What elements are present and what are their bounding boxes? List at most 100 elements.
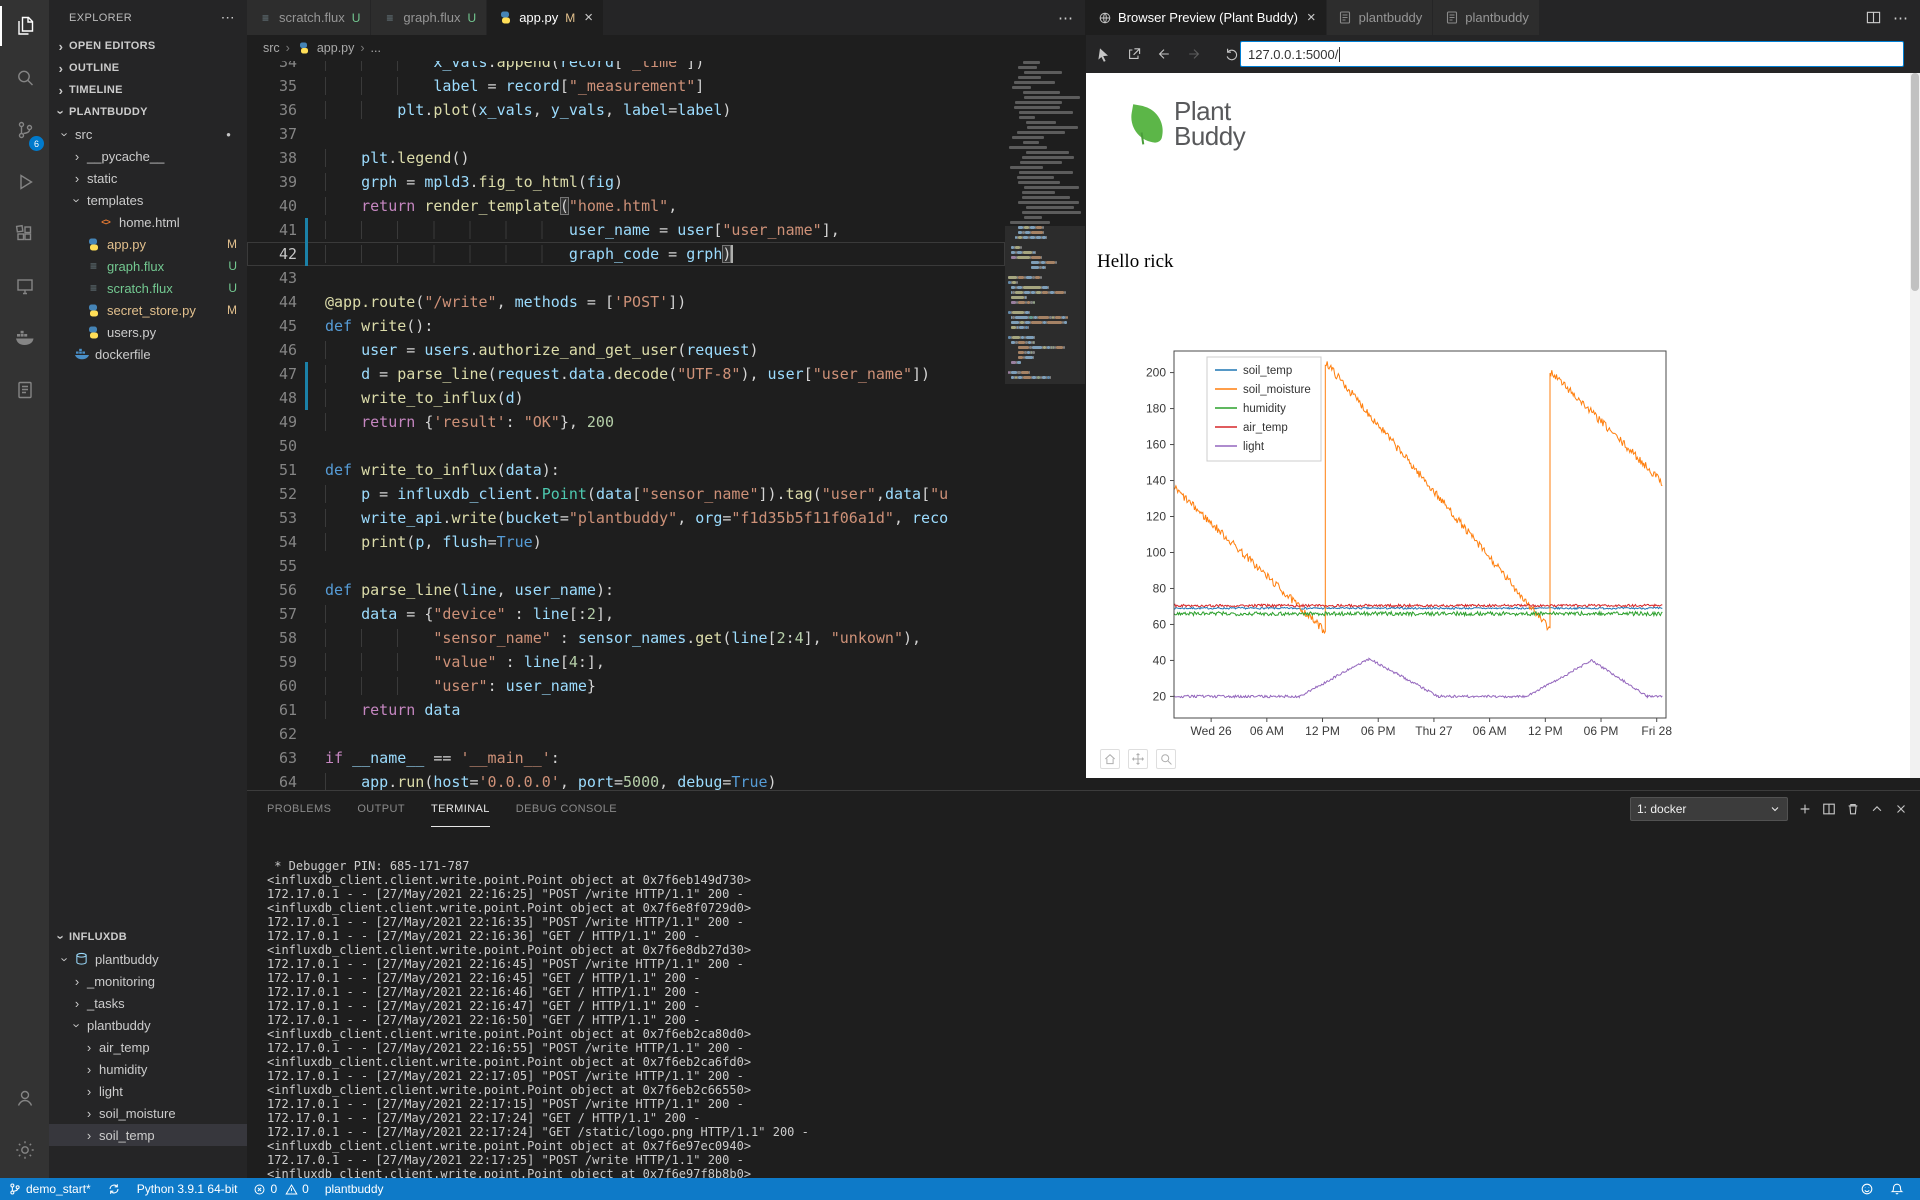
source-control-icon[interactable]: 6 bbox=[0, 104, 49, 156]
tab-output[interactable]: OUTPUT bbox=[357, 791, 405, 827]
code-line-60[interactable]: 60 "user": user_name} bbox=[247, 674, 1005, 698]
tree-item-__pycache__[interactable]: › __pycache__ bbox=[49, 145, 247, 167]
code-line-64[interactable]: 64 app.run(host='0.0.0.0', port=5000, de… bbox=[247, 770, 1005, 790]
tree-item-users.py[interactable]: ›users.py bbox=[49, 321, 247, 343]
tree-item-soil_moisture[interactable]: › soil_moisture bbox=[49, 1102, 247, 1124]
tab-scratch-flux[interactable]: ≡ scratch.flux U bbox=[247, 0, 371, 35]
code-line-54[interactable]: 54 print(p, flush=True) bbox=[247, 530, 1005, 554]
scrollbar-thumb[interactable] bbox=[1911, 73, 1919, 291]
tab-terminal[interactable]: TERMINAL bbox=[430, 791, 490, 827]
more-actions-icon[interactable]: ⋯ bbox=[1893, 9, 1908, 27]
code-line-57[interactable]: 57 data = {"device" : line[:2], bbox=[247, 602, 1005, 626]
tab-debug-console[interactable]: DEBUG CONSOLE bbox=[516, 791, 617, 827]
run-debug-icon[interactable] bbox=[0, 156, 49, 208]
code-line-50[interactable]: 50 bbox=[247, 434, 1005, 458]
reset-home-icon[interactable] bbox=[1100, 749, 1120, 769]
split-editor-icon[interactable] bbox=[1866, 10, 1881, 25]
tab-problems[interactable]: PROBLEMS bbox=[267, 791, 331, 827]
tree-item-_monitoring[interactable]: › _monitoring bbox=[49, 970, 247, 992]
more-actions-icon[interactable]: ⋯ bbox=[221, 9, 235, 26]
breadcrumb[interactable]: src › app.py › ... bbox=[247, 35, 1085, 61]
tree-item-graph.flux[interactable]: ›≡graph.fluxU bbox=[49, 255, 247, 277]
code-line-41[interactable]: 41 user_name = user["user_name"], bbox=[247, 218, 1005, 242]
code-line-37[interactable]: 37 bbox=[247, 122, 1005, 146]
code-line-45[interactable]: 45 def write(): bbox=[247, 314, 1005, 338]
close-panel-icon[interactable] bbox=[1894, 802, 1908, 816]
url-input[interactable]: 127.0.0.1:5000/ bbox=[1240, 41, 1904, 67]
explorer-icon[interactable] bbox=[0, 0, 49, 52]
tab-browser-preview[interactable]: Browser Preview (Plant Buddy) × bbox=[1086, 0, 1326, 35]
section-timeline[interactable]: › TIMELINE bbox=[49, 79, 247, 101]
tree-item-scratch.flux[interactable]: ›≡scratch.fluxU bbox=[49, 277, 247, 299]
tree-item-humidity[interactable]: › humidity bbox=[49, 1058, 247, 1080]
tab-plantbuddy-1[interactable]: plantbuddy bbox=[1326, 0, 1433, 35]
tab-plantbuddy-2[interactable]: plantbuddy bbox=[1433, 0, 1539, 35]
tree-item-src[interactable]: › src ● bbox=[49, 123, 247, 145]
maximize-panel-icon[interactable] bbox=[1870, 802, 1884, 816]
code-line-43[interactable]: 43 bbox=[247, 266, 1005, 290]
tree-item-plantbuddy[interactable]: › plantbuddy bbox=[49, 948, 247, 970]
code-line-48[interactable]: 48 write_to_influx(d) bbox=[247, 386, 1005, 410]
bell-icon[interactable] bbox=[1882, 1178, 1912, 1200]
code-line-63[interactable]: 63 if __name__ == '__main__': bbox=[247, 746, 1005, 770]
branch-indicator[interactable]: demo_start* bbox=[0, 1178, 99, 1200]
kill-terminal-icon[interactable] bbox=[1846, 802, 1860, 816]
tree-item-dockerfile[interactable]: ›dockerfile bbox=[49, 343, 247, 365]
code-line-56[interactable]: 56 def parse_line(line, user_name): bbox=[247, 578, 1005, 602]
code-line-55[interactable]: 55 bbox=[247, 554, 1005, 578]
browser-viewport[interactable]: Plant Buddy Hello rick 20 40 60 80 100 120 140… bbox=[1086, 73, 1920, 778]
tree-item-secret_store.py[interactable]: ›secret_store.pyM bbox=[49, 299, 247, 321]
pan-move-icon[interactable] bbox=[1128, 749, 1148, 769]
tree-item-_tasks[interactable]: › _tasks bbox=[49, 992, 247, 1014]
tree-item-static[interactable]: › static bbox=[49, 167, 247, 189]
code-line-35[interactable]: 35 label = record["_measurement"] bbox=[247, 74, 1005, 98]
docker-icon[interactable] bbox=[0, 312, 49, 364]
code-line-62[interactable]: 62 bbox=[247, 722, 1005, 746]
code-editor[interactable]: 34 x_vals.append(record["_time"]) 35 labe… bbox=[247, 61, 1005, 790]
section-outline[interactable]: › OUTLINE bbox=[49, 57, 247, 79]
code-line-36[interactable]: 36 plt.plot(x_vals, y_vals, label=label) bbox=[247, 98, 1005, 122]
extensions-icon[interactable] bbox=[0, 208, 49, 260]
close-icon[interactable]: × bbox=[584, 10, 593, 25]
minimap[interactable] bbox=[1005, 61, 1085, 790]
code-line-38[interactable]: 38 plt.legend() bbox=[247, 146, 1005, 170]
tree-item-app.py[interactable]: ›app.pyM bbox=[49, 233, 247, 255]
code-line-34[interactable]: 34 x_vals.append(record["_time"]) bbox=[247, 61, 1005, 74]
code-line-58[interactable]: 58 "sensor_name" : sensor_names.get(line… bbox=[247, 626, 1005, 650]
code-line-61[interactable]: 61 return data bbox=[247, 698, 1005, 722]
code-line-51[interactable]: 51 def write_to_influx(data): bbox=[247, 458, 1005, 482]
tree-item-soil_temp[interactable]: › soil_temp bbox=[49, 1124, 247, 1146]
section-plantbuddy[interactable]: › PLANTBUDDY bbox=[49, 101, 247, 123]
remote-explorer-icon[interactable] bbox=[0, 260, 49, 312]
tab-graph-flux[interactable]: ≡ graph.flux U bbox=[371, 0, 487, 35]
code-line-39[interactable]: 39 grph = mpld3.fig_to_html(fig) bbox=[247, 170, 1005, 194]
feedback-icon[interactable] bbox=[1852, 1178, 1882, 1200]
new-terminal-icon[interactable] bbox=[1798, 802, 1812, 816]
section-influxdb[interactable]: › INFLUXDB bbox=[49, 926, 247, 948]
tree-item-plantbuddy[interactable]: › plantbuddy bbox=[49, 1014, 247, 1036]
tree-item-templates[interactable]: › templates bbox=[49, 189, 247, 211]
terminal-output[interactable]: * Debugger PIN: 685-171-787 <influxdb_cli… bbox=[267, 831, 1910, 1178]
tree-item-light[interactable]: › light bbox=[49, 1080, 247, 1102]
close-icon[interactable]: × bbox=[1307, 10, 1316, 25]
forward-icon[interactable] bbox=[1182, 42, 1206, 66]
code-line-42[interactable]: 42 graph_code = grph) bbox=[247, 242, 1005, 266]
back-icon[interactable] bbox=[1152, 42, 1176, 66]
zoom-icon[interactable] bbox=[1156, 749, 1176, 769]
problems-indicator[interactable]: 0 0 bbox=[245, 1178, 316, 1200]
code-line-47[interactable]: 47 d = parse_line(request.data.decode("U… bbox=[247, 362, 1005, 386]
section-open-editors[interactable]: › OPEN EDITORS bbox=[49, 35, 247, 57]
inspect-cursor-icon[interactable] bbox=[1092, 42, 1116, 66]
code-line-44[interactable]: 44 @app.route("/write", methods = ['POST'… bbox=[247, 290, 1005, 314]
tree-item-air_temp[interactable]: › air_temp bbox=[49, 1036, 247, 1058]
split-terminal-icon[interactable] bbox=[1822, 802, 1836, 816]
tab-app-py[interactable]: app.py M × bbox=[487, 0, 603, 35]
search-icon[interactable] bbox=[0, 52, 49, 104]
code-line-40[interactable]: 40 return render_template("home.html", bbox=[247, 194, 1005, 218]
code-line-59[interactable]: 59 "value" : line[4:], bbox=[247, 650, 1005, 674]
tree-item-home.html[interactable]: ›<>home.html bbox=[49, 211, 247, 233]
code-line-46[interactable]: 46 user = users.authorize_and_get_user(r… bbox=[247, 338, 1005, 362]
influxdb-icon[interactable] bbox=[0, 364, 49, 416]
sync-icon[interactable] bbox=[99, 1178, 129, 1200]
project-indicator[interactable]: plantbuddy bbox=[317, 1178, 392, 1200]
